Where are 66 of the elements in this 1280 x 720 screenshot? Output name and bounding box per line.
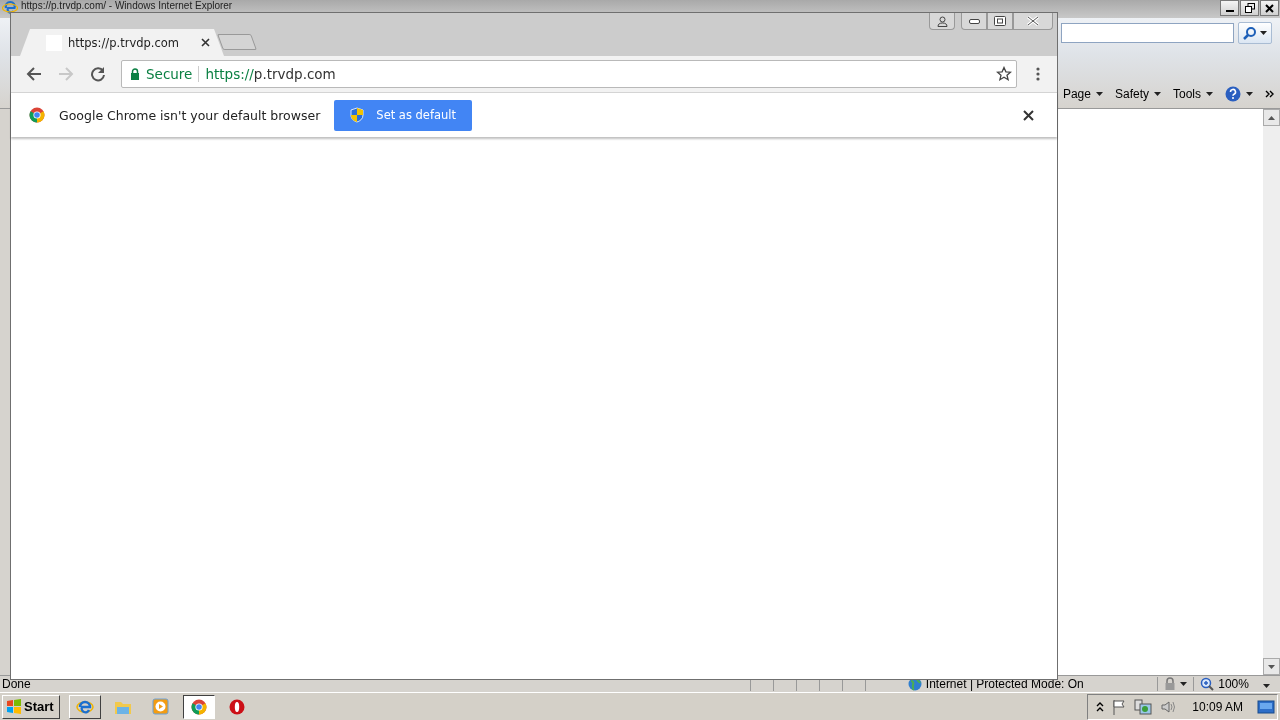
chevron-up-icon[interactable]: [1096, 701, 1105, 712]
chevron-icon[interactable]: [1265, 90, 1274, 98]
back-arrow-icon: [26, 66, 42, 82]
caret-icon: [1246, 92, 1253, 96]
menu-button[interactable]: Safety: [1114, 87, 1161, 101]
status-text: Done: [1, 677, 32, 691]
windows-logo-icon: [6, 698, 22, 715]
security-label: Secure: [146, 66, 193, 82]
search-icon: [1243, 26, 1257, 40]
reload-icon: [90, 66, 106, 82]
close-icon: [201, 38, 210, 47]
search-button[interactable]: [1238, 22, 1272, 44]
shield-icon: [350, 107, 365, 123]
close-icon: [1265, 3, 1274, 13]
menu-button[interactable]: Tools: [1173, 87, 1213, 101]
caret-icon: [1263, 684, 1271, 688]
help-icon: [1225, 86, 1241, 102]
ring-icon: [228, 698, 245, 715]
caret-icon: [1206, 92, 1213, 96]
set-default-button[interactable]: Set as default: [334, 99, 473, 131]
network-icon[interactable]: [1134, 698, 1153, 715]
minimize-button[interactable]: [1220, 0, 1239, 16]
tri-color-circle-icon: [190, 698, 207, 715]
window-title: https://p.trvdp.com/ - Windows Internet Explorer: [21, 0, 233, 11]
lock-icon[interactable]: [1164, 677, 1177, 691]
forward-arrow-icon: [58, 66, 74, 82]
star-icon[interactable]: [996, 66, 1012, 82]
browser-tab[interactable]: https://p.trvdp.com: [20, 29, 224, 56]
person-icon: [936, 15, 948, 27]
play-icon: [152, 698, 170, 715]
close-icon: [1022, 109, 1034, 121]
restore-button[interactable]: [1240, 0, 1259, 16]
scrollbar[interactable]: [1263, 109, 1280, 675]
show-desktop-icon[interactable]: [1257, 698, 1275, 715]
scroll-up-arrow-icon: [1268, 115, 1275, 120]
maximize-icon: [994, 16, 1006, 26]
maximize-button[interactable]: [987, 13, 1013, 30]
caret-icon: [1260, 31, 1267, 35]
profile-button[interactable]: [929, 13, 955, 30]
clock[interactable]: 10:09 AM: [1192, 699, 1243, 714]
chrome-logo-icon: [29, 107, 45, 123]
new-tab-button[interactable]: [217, 34, 257, 50]
url-text[interactable]: https://p.trvdp.com: [205, 66, 990, 82]
lock-icon: [130, 68, 140, 80]
e-globe-icon: [2, 0, 18, 16]
zoom-icon: [1200, 677, 1215, 691]
close-button[interactable]: [1260, 0, 1279, 16]
caret-icon: [1180, 682, 1188, 686]
menu-button[interactable]: Page: [1062, 87, 1103, 101]
caret-icon: [1154, 92, 1161, 96]
taskbar-app-button[interactable]: [182, 694, 215, 719]
caret-icon: [1095, 92, 1103, 96]
infobar-message: Google Chrome isn't your default browser: [59, 107, 321, 123]
search-field[interactable]: [1061, 23, 1234, 43]
scroll-down-arrow-icon: [1268, 664, 1275, 669]
address-bar[interactable]: Secure https://p.trvdp.com: [121, 60, 1017, 88]
close-icon: [1027, 16, 1039, 26]
minimize-icon: [968, 18, 980, 24]
close-tab-button[interactable]: [201, 38, 210, 47]
kebab-menu-icon: [1036, 67, 1040, 81]
flag-icon[interactable]: [1112, 698, 1127, 715]
restore-icon: [1244, 3, 1255, 13]
start-button[interactable]: Start: [2, 694, 60, 719]
help-button[interactable]: [1225, 86, 1253, 102]
zoom-level[interactable]: 100%: [1218, 677, 1249, 691]
minimize-button[interactable]: [961, 13, 987, 30]
